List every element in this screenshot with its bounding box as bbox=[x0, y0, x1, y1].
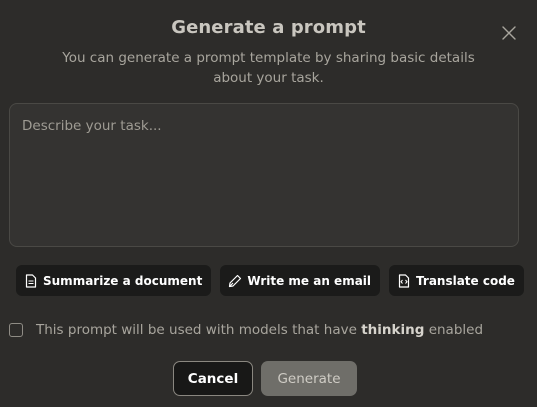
task-input-box bbox=[9, 103, 519, 247]
thinking-label-suffix: enabled bbox=[428, 322, 484, 338]
generate-button[interactable]: Generate bbox=[261, 361, 357, 396]
cancel-button[interactable]: Cancel bbox=[173, 361, 253, 396]
thinking-option: This prompt will be used with models tha… bbox=[9, 322, 483, 338]
write-email-chip[interactable]: Write me an email bbox=[220, 265, 381, 296]
thinking-label: This prompt will be used with models tha… bbox=[36, 322, 483, 338]
chip-label: Summarize a document bbox=[43, 273, 203, 288]
translate-code-chip[interactable]: Translate code bbox=[389, 265, 524, 296]
summarize-document-chip[interactable]: Summarize a document bbox=[16, 265, 212, 296]
task-description-input[interactable] bbox=[10, 104, 518, 246]
chip-label: Write me an email bbox=[247, 273, 372, 288]
suggestion-chips: Summarize a document Write me an email T… bbox=[16, 265, 537, 296]
chip-label: Translate code bbox=[416, 273, 515, 288]
thinking-checkbox[interactable] bbox=[9, 323, 23, 337]
pen-icon bbox=[228, 274, 242, 288]
document-icon bbox=[24, 273, 38, 288]
close-icon bbox=[502, 25, 516, 44]
dialog-title: Generate a prompt bbox=[171, 17, 366, 38]
thinking-label-prefix: This prompt will be used with models tha… bbox=[36, 322, 357, 338]
code-file-icon bbox=[397, 273, 411, 288]
close-button[interactable] bbox=[499, 24, 519, 44]
dialog-subtitle: You can generate a prompt template by sh… bbox=[62, 50, 475, 86]
generate-prompt-dialog: Generate a prompt You can generate a pro… bbox=[0, 0, 537, 407]
thinking-label-bold: thinking bbox=[361, 322, 425, 338]
